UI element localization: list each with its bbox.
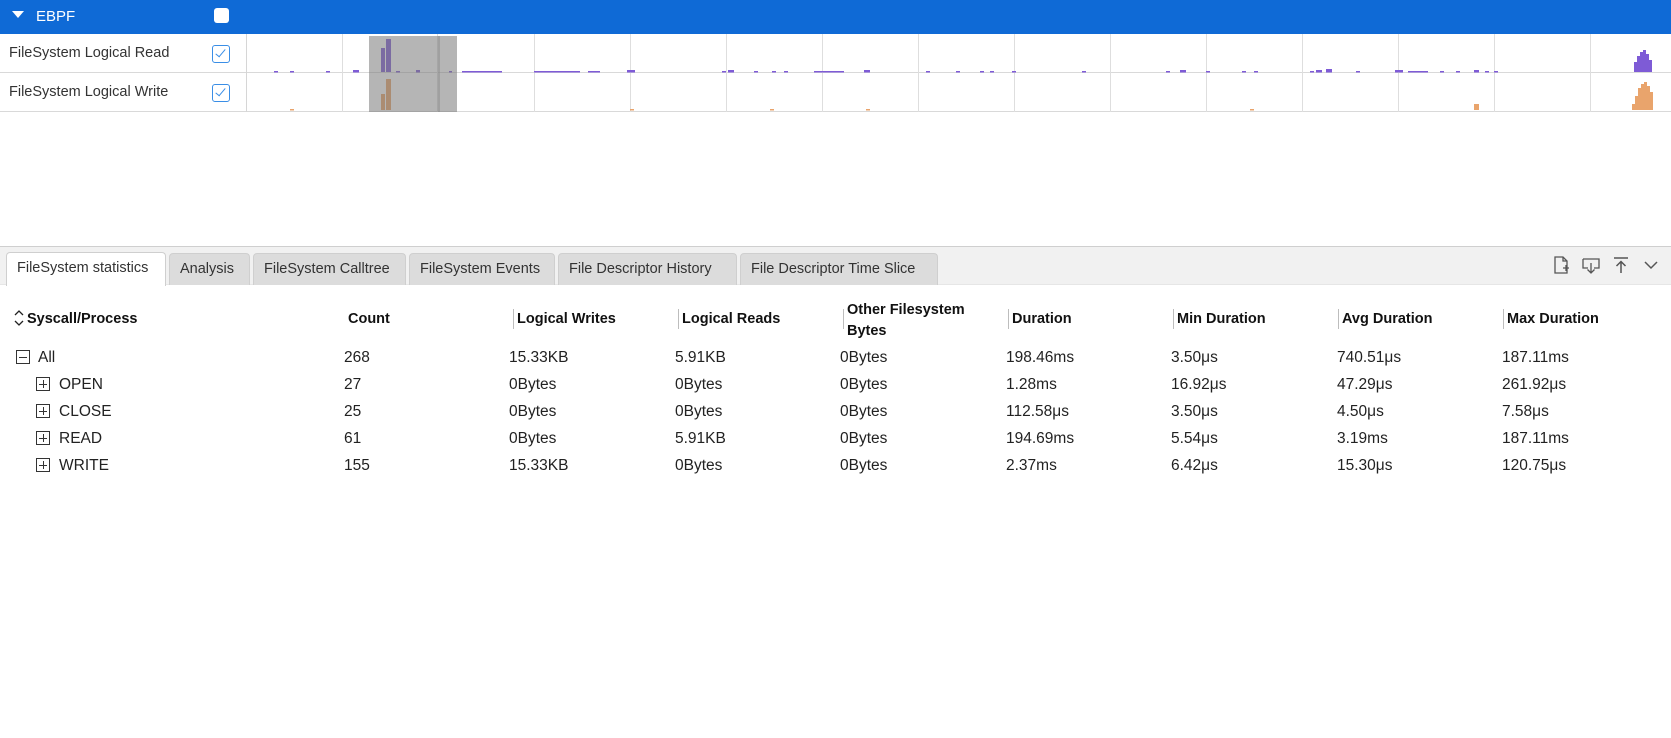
column-separator[interactable] — [513, 309, 514, 329]
cell-count: 27 — [344, 376, 362, 393]
tab-filesystem-events[interactable]: FileSystem Events — [409, 253, 555, 285]
cell-logical-writes: 0Bytes — [509, 403, 557, 420]
table-row[interactable]: READ 61 0Bytes 5.91KB 0Bytes 194.69ms 5.… — [0, 426, 1671, 453]
header-line: Bytes — [847, 323, 887, 339]
sort-icon[interactable] — [14, 308, 24, 328]
cell-other-bytes: 0Bytes — [840, 376, 888, 393]
cell-logical-writes: 15.33KB — [509, 349, 569, 366]
expand-icon[interactable] — [36, 458, 50, 472]
row-name: READ — [59, 430, 103, 447]
group-title: EBPF — [36, 8, 76, 25]
row-name: All — [38, 349, 56, 366]
column-separator[interactable] — [1173, 309, 1174, 329]
cell-other-bytes: 0Bytes — [840, 457, 888, 474]
download-icon[interactable] — [1581, 255, 1601, 275]
header-line: Other Filesystem — [847, 302, 965, 318]
cell-other-bytes: 0Bytes — [840, 349, 888, 366]
tab-analysis[interactable]: Analysis — [169, 253, 250, 285]
column-header-count[interactable]: Count — [348, 311, 390, 327]
cell-max-duration: 187.11ms — [1502, 349, 1569, 366]
column-separator[interactable] — [1008, 309, 1009, 329]
cell-logical-writes: 0Bytes — [509, 376, 557, 393]
column-header-min-duration[interactable]: Min Duration — [1177, 311, 1266, 327]
cell-duration: 2.37ms — [1006, 457, 1057, 474]
cell-logical-reads: 0Bytes — [675, 376, 723, 393]
cell-duration: 198.46ms — [1006, 349, 1075, 366]
cell-min-duration: 3.50μs — [1171, 403, 1218, 420]
trace-lane-logical-read[interactable]: FileSystem Logical Read — [0, 34, 1671, 73]
cell-avg-duration: 47.29μs — [1337, 376, 1393, 393]
tab-filesystem-statistics[interactable]: FileSystem statistics — [6, 252, 166, 286]
cell-count: 268 — [344, 349, 370, 366]
ebpf-group-header[interactable]: EBPF — [0, 0, 1671, 34]
lane-checkbox-checked[interactable] — [212, 45, 230, 63]
expand-icon[interactable] — [36, 404, 50, 418]
cell-max-duration: 120.75μs — [1502, 457, 1567, 474]
cell-logical-writes: 0Bytes — [509, 430, 557, 447]
cell-other-bytes: 0Bytes — [840, 403, 888, 420]
cell-min-duration: 6.42μs — [1171, 457, 1218, 474]
tab-file-descriptor-history[interactable]: File Descriptor History — [558, 253, 737, 285]
column-header-avg-duration[interactable]: Avg Duration — [1342, 311, 1433, 327]
export-file-icon[interactable] — [1551, 255, 1571, 275]
row-name: CLOSE — [59, 403, 112, 420]
cell-count: 61 — [344, 430, 362, 447]
cell-avg-duration: 3.19ms — [1337, 430, 1388, 447]
cell-min-duration: 5.54μs — [1171, 430, 1218, 447]
cell-avg-duration: 740.51μs — [1337, 349, 1402, 366]
table-row[interactable]: OPEN 27 0Bytes 0Bytes 0Bytes 1.28ms 16.9… — [0, 372, 1671, 399]
expand-icon[interactable] — [36, 377, 50, 391]
column-header-duration[interactable]: Duration — [1012, 311, 1072, 327]
cell-min-duration: 16.92μs — [1171, 376, 1227, 393]
tab-file-descriptor-time-slice[interactable]: File Descriptor Time Slice — [740, 253, 938, 285]
column-separator[interactable] — [1338, 309, 1339, 329]
column-header-other-filesystem-bytes[interactable]: Other Filesystem Bytes — [847, 300, 965, 342]
cell-count: 155 — [344, 457, 370, 474]
cell-min-duration: 3.50μs — [1171, 349, 1218, 366]
cell-max-duration: 261.92μs — [1502, 376, 1567, 393]
lane-label: FileSystem Logical Write — [9, 84, 169, 100]
cell-max-duration: 7.58μs — [1502, 403, 1549, 420]
table-row[interactable]: All 268 15.33KB 5.91KB 0Bytes 198.46ms 3… — [0, 345, 1671, 372]
lane-divider — [246, 34, 247, 73]
cell-avg-duration: 4.50μs — [1337, 403, 1384, 420]
trace-lane-logical-write[interactable]: FileSystem Logical Write — [0, 73, 1671, 112]
tab-bar: FileSystem statistics Analysis FileSyste… — [0, 247, 1671, 286]
cell-max-duration: 187.11ms — [1502, 430, 1569, 447]
cell-count: 25 — [344, 403, 362, 420]
column-separator[interactable] — [1503, 309, 1504, 329]
column-header-logical-writes[interactable]: Logical Writes — [517, 311, 616, 327]
cell-logical-writes: 15.33KB — [509, 457, 569, 474]
cell-avg-duration: 15.30μs — [1337, 457, 1393, 474]
row-name: OPEN — [59, 376, 103, 393]
expand-icon[interactable] — [36, 431, 50, 445]
table-row[interactable]: CLOSE 25 0Bytes 0Bytes 0Bytes 112.58μs 3… — [0, 399, 1671, 426]
column-separator[interactable] — [678, 309, 679, 329]
chevron-down-icon[interactable] — [1641, 255, 1661, 275]
collapse-arrow-icon[interactable] — [12, 11, 24, 18]
column-header-logical-reads[interactable]: Logical Reads — [682, 311, 780, 327]
tab-filesystem-calltree[interactable]: FileSystem Calltree — [253, 253, 406, 285]
column-separator[interactable] — [843, 309, 844, 329]
cell-duration: 112.58μs — [1006, 403, 1069, 420]
row-name: WRITE — [59, 457, 109, 474]
collapse-icon[interactable] — [16, 350, 30, 364]
cell-duration: 194.69ms — [1006, 430, 1075, 447]
cell-logical-reads: 0Bytes — [675, 403, 723, 420]
lane-divider — [246, 73, 247, 112]
table-row[interactable]: WRITE 155 15.33KB 0Bytes 0Bytes 2.37ms 6… — [0, 453, 1671, 480]
cell-logical-reads: 5.91KB — [675, 430, 726, 447]
column-header-max-duration[interactable]: Max Duration — [1507, 311, 1599, 327]
lane-checkbox-checked[interactable] — [212, 84, 230, 102]
column-header-syscall-process[interactable]: Syscall/Process — [27, 311, 137, 327]
cell-logical-reads: 5.91KB — [675, 349, 726, 366]
group-checkbox[interactable] — [214, 8, 229, 23]
cell-duration: 1.28ms — [1006, 376, 1057, 393]
cell-other-bytes: 0Bytes — [840, 430, 888, 447]
move-to-top-icon[interactable] — [1611, 255, 1631, 275]
cell-logical-reads: 0Bytes — [675, 457, 723, 474]
lane-label: FileSystem Logical Read — [9, 45, 170, 61]
